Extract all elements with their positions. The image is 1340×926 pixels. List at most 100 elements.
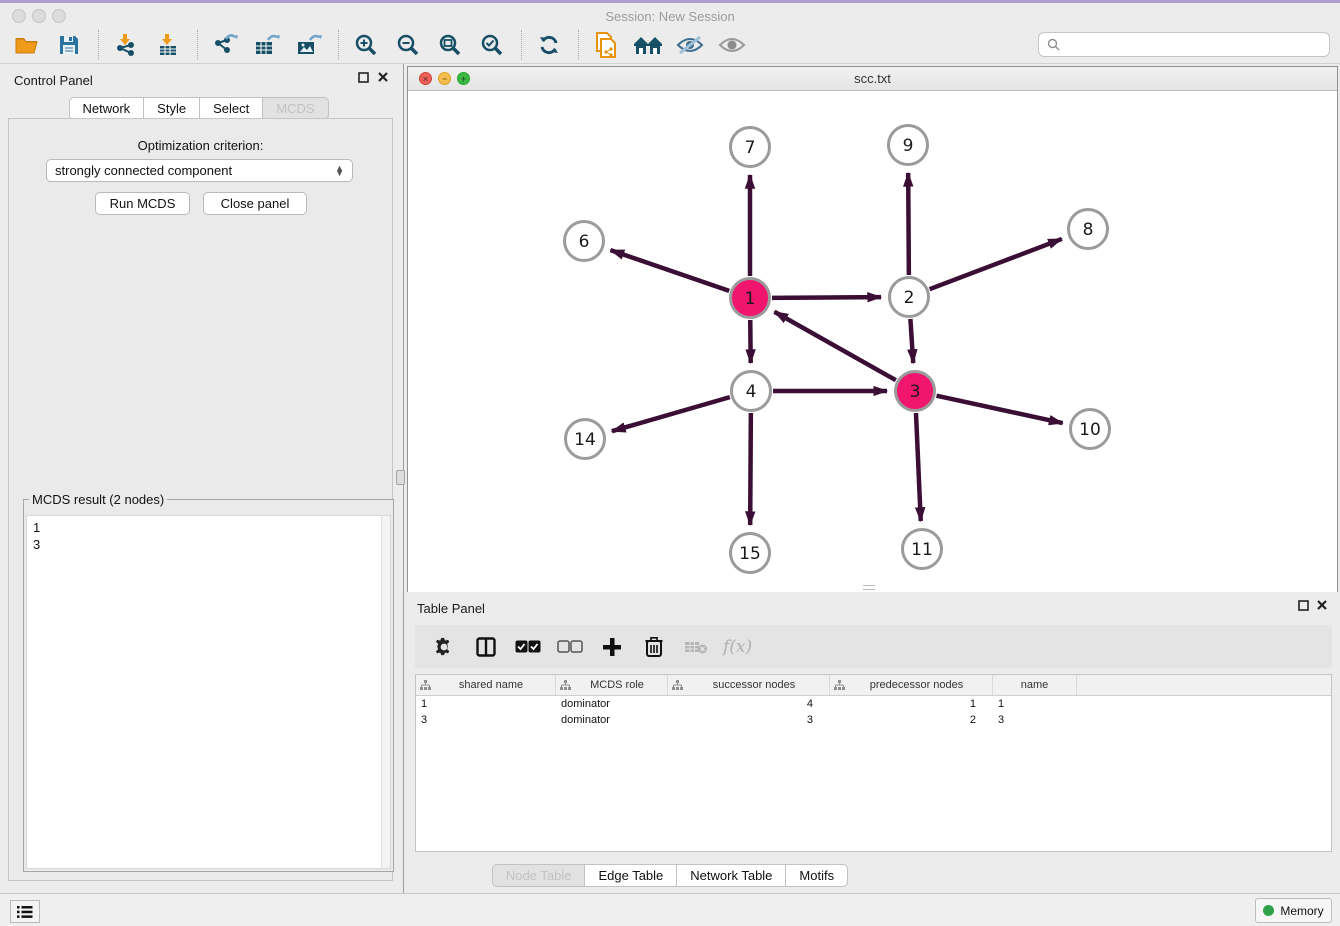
table-tab-motifs[interactable]: Motifs [785, 864, 848, 887]
network-window: × − + scc.txt 7 9 6 8 1 2 4 3 14 10 15 11 [407, 66, 1338, 592]
graph-edge-1-2[interactable] [772, 297, 881, 298]
status-list-button[interactable] [10, 900, 40, 923]
tab-network[interactable]: Network [68, 97, 144, 120]
graph-node-11[interactable]: 11 [903, 530, 942, 569]
graph-edge-2-8[interactable] [930, 239, 1062, 289]
graph-node-15[interactable]: 15 [731, 534, 770, 573]
table-row-0[interactable]: 1dominator411 [416, 696, 1331, 712]
import-network-icon[interactable] [109, 30, 143, 60]
zoom-selected-icon[interactable] [475, 30, 509, 60]
import-table-icon[interactable] [151, 30, 185, 60]
export-table-icon[interactable] [250, 30, 284, 60]
result-scrollbar[interactable] [381, 516, 390, 868]
export-image-icon[interactable] [292, 30, 326, 60]
svg-text:15: 15 [739, 544, 761, 564]
copy-network-icon[interactable] [589, 30, 623, 60]
graph-node-9[interactable]: 9 [889, 126, 928, 165]
graph-node-8[interactable]: 8 [1069, 210, 1108, 249]
cell-predecessor-nodes[interactable]: 2 [830, 714, 993, 726]
svg-text:3: 3 [910, 382, 921, 402]
table-row-1[interactable]: 3dominator323 [416, 712, 1331, 728]
mcds-result-title: MCDS result (2 nodes) [29, 492, 167, 507]
criterion-select[interactable]: strongly connected component ▲▼ [46, 159, 353, 182]
mcds-result-area[interactable]: 13 [26, 515, 391, 869]
cell-mcds-role[interactable]: dominator [556, 698, 668, 710]
select-all-checkboxes-icon[interactable] [513, 632, 543, 662]
column-header-successor-nodes[interactable]: successor nodes [668, 675, 830, 695]
graph-edge-3-10[interactable] [936, 396, 1062, 423]
show-all-eye-icon[interactable] [715, 30, 749, 60]
graph-edge-1-6[interactable] [610, 250, 729, 291]
graph-edge-2-9[interactable] [908, 173, 909, 275]
table-tab-edge-table[interactable]: Edge Table [584, 864, 677, 887]
cell-predecessor-nodes[interactable]: 1 [830, 698, 993, 710]
hide-selected-eye-icon[interactable] [673, 30, 707, 60]
cell-name[interactable]: 1 [993, 698, 1077, 710]
window-resize-grip[interactable] [863, 585, 875, 590]
table-tab-network-table[interactable]: Network Table [676, 864, 786, 887]
cell-name[interactable]: 3 [993, 714, 1077, 726]
control-panel-close-icon[interactable] [377, 71, 389, 86]
table-tabs: Node TableEdge TableNetwork TableMotifs [492, 864, 848, 887]
table-panel-close-icon[interactable] [1316, 599, 1328, 614]
cell-shared-name[interactable]: 3 [416, 714, 556, 726]
graph-edge-3-11[interactable] [916, 413, 921, 521]
network-window-titlebar[interactable]: × − + scc.txt [408, 67, 1337, 91]
column-header-label: MCDS role [571, 679, 663, 691]
graph-node-1[interactable]: 1 [731, 279, 770, 318]
graph-node-2[interactable]: 2 [890, 278, 929, 317]
graph-node-7[interactable]: 7 [731, 128, 770, 167]
graph-node-4[interactable]: 4 [732, 372, 771, 411]
table-tab-node-table[interactable]: Node Table [492, 864, 586, 887]
zoom-fit-icon[interactable] [433, 30, 467, 60]
column-header-label: successor nodes [683, 679, 825, 691]
svg-text:11: 11 [911, 540, 933, 560]
zoom-in-icon[interactable] [349, 30, 383, 60]
tab-mcds[interactable]: MCDS [262, 97, 328, 120]
column-header-name[interactable]: name [993, 675, 1077, 695]
cell-successor-nodes[interactable]: 3 [668, 714, 830, 726]
clear-checkboxes-icon[interactable] [555, 632, 585, 662]
toolbar-separator [338, 30, 339, 60]
cell-shared-name[interactable]: 1 [416, 698, 556, 710]
save-session-icon[interactable] [52, 30, 86, 60]
add-row-plus-icon[interactable] [597, 632, 627, 662]
node-table[interactable]: shared name MCDS role successor nodes prede… [415, 674, 1332, 852]
graph-edge-4-15[interactable] [750, 413, 751, 525]
control-panel-float-icon[interactable] [358, 72, 369, 86]
run-mcds-button[interactable]: Run MCDS [95, 192, 190, 215]
panel-divider-handle[interactable] [396, 470, 405, 485]
graph-node-10[interactable]: 10 [1071, 410, 1110, 449]
cell-mcds-role[interactable]: dominator [556, 714, 668, 726]
cell-successor-nodes[interactable]: 4 [668, 698, 830, 710]
table-settings-gear-icon[interactable] [429, 632, 459, 662]
svg-text:8: 8 [1083, 220, 1094, 240]
graph-edge-2-3[interactable] [910, 319, 913, 363]
tab-style[interactable]: Style [143, 97, 200, 120]
zoom-out-icon[interactable] [391, 30, 425, 60]
open-session-icon[interactable] [10, 30, 44, 60]
graph-edge-3-1[interactable] [774, 312, 895, 380]
table-panel-float-icon[interactable] [1298, 600, 1309, 614]
memory-button[interactable]: Memory [1255, 898, 1332, 923]
close-panel-button[interactable]: Close panel [203, 192, 307, 215]
delete-row-trash-icon[interactable] [639, 632, 669, 662]
search-input[interactable] [1066, 37, 1321, 52]
column-header-predecessor-nodes[interactable]: predecessor nodes [830, 675, 993, 695]
search-box[interactable] [1038, 32, 1330, 57]
graph-edge-4-14[interactable] [612, 397, 730, 431]
graph-node-3[interactable]: 3 [896, 372, 935, 411]
graph-node-14[interactable]: 14 [566, 420, 605, 459]
column-header-shared-name[interactable]: shared name [416, 675, 556, 695]
column-header-mcds-role[interactable]: MCDS role [556, 675, 668, 695]
refresh-network-icon[interactable] [532, 30, 566, 60]
tab-select[interactable]: Select [199, 97, 263, 120]
table-panel-title: Table Panel [417, 601, 485, 616]
network-canvas[interactable]: 7 9 6 8 1 2 4 3 14 10 15 11 [408, 91, 1337, 592]
svg-text:7: 7 [745, 138, 756, 158]
split-columns-icon[interactable] [471, 632, 501, 662]
network-graph[interactable]: 7 9 6 8 1 2 4 3 14 10 15 11 [408, 91, 1337, 592]
graph-node-6[interactable]: 6 [565, 222, 604, 261]
export-network-icon[interactable] [208, 30, 242, 60]
first-neighbors-icon[interactable] [631, 30, 665, 60]
